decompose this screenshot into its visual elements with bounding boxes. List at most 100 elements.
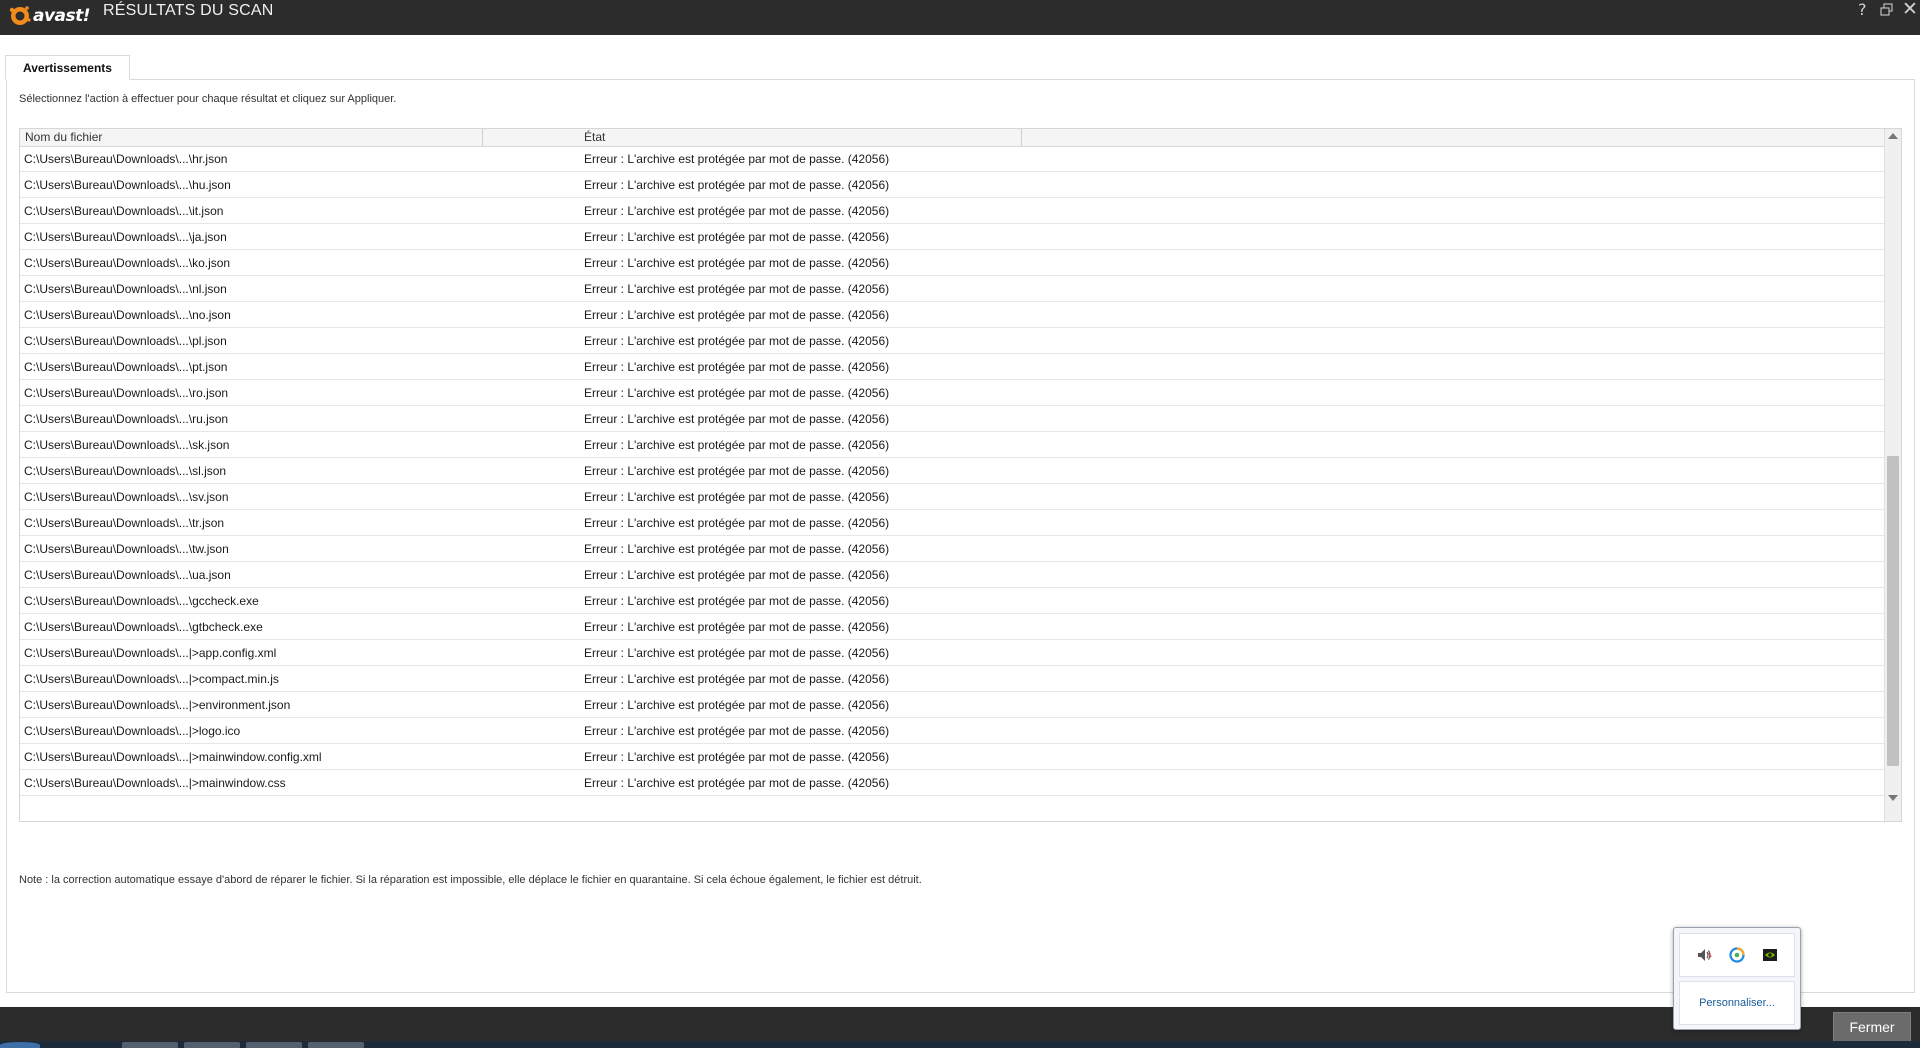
table-row[interactable]: C:\Users\Bureau\Downloads\...\ro.json Err… [20,380,1884,406]
avast-logo-icon [9,6,31,25]
file-name-cell: C:\Users\Bureau\Downloads\...\tr.json [24,516,225,530]
window-title: RÉSULTATS DU SCAN [103,2,274,19]
file-name-cell: C:\Users\Bureau\Downloads\...\pl.json [24,334,227,348]
table-row[interactable]: C:\Users\Bureau\Downloads\...\hr.json Err… [20,146,1884,172]
results-table: Nom du fichier État C:\Users\Bureau\Down… [19,128,1902,822]
state-cell: Erreur : L'archive est protégée par mot … [584,620,890,634]
state-cell: Erreur : L'archive est protégée par mot … [584,334,890,348]
file-name-cell: C:\Users\Bureau\Downloads\...\ru.json [24,412,229,426]
speaker-icon[interactable] [1695,946,1713,964]
file-name-cell: C:\Users\Bureau\Downloads\...|>logo.ico [24,724,241,738]
state-cell: Erreur : L'archive est protégée par mot … [584,308,890,322]
state-cell: Erreur : L'archive est protégée par mot … [584,412,890,426]
start-button[interactable] [0,1042,40,1048]
avast-logo: avast! [9,1,91,31]
state-cell: Erreur : L'archive est protégée par mot … [584,282,890,296]
table-row[interactable]: C:\Users\Bureau\Downloads\...|>mainwindo… [20,770,1884,796]
table-row[interactable]: C:\Users\Bureau\Downloads\...\pl.json Err… [20,328,1884,354]
vertical-scrollbar[interactable] [1884,129,1901,821]
taskbar-item[interactable] [308,1042,364,1048]
file-name-cell: C:\Users\Bureau\Downloads\...\pt.json [24,360,228,374]
table-row[interactable]: C:\Users\Bureau\Downloads\...\ua.json Err… [20,562,1884,588]
state-cell: Erreur : L'archive est protégée par mot … [584,594,890,608]
state-cell: Erreur : L'archive est protégée par mot … [584,672,890,686]
restore-icon[interactable] [1880,2,1894,21]
table-row[interactable]: C:\Users\Bureau\Downloads\...\sv.json Err… [20,484,1884,510]
file-name-cell: C:\Users\Bureau\Downloads\...\gtbcheck.e… [24,620,263,634]
table-body: C:\Users\Bureau\Downloads\...\hr.json Err… [20,146,1884,796]
state-cell: Erreur : L'archive est protégée par mot … [584,724,890,738]
file-name-cell: C:\Users\Bureau\Downloads\...\sl.json [24,464,227,478]
table-row[interactable]: C:\Users\Bureau\Downloads\...|>logo.ico E… [20,718,1884,744]
state-cell: Erreur : L'archive est protégée par mot … [584,542,890,556]
state-cell: Erreur : L'archive est protégée par mot … [584,698,890,712]
state-cell: Erreur : L'archive est protégée par mot … [584,776,890,790]
table-header: Nom du fichier État [20,129,1884,147]
file-name-cell: C:\Users\Bureau\Downloads\...|>mainwindo… [24,750,322,764]
table-row[interactable]: C:\Users\Bureau\Downloads\...\sl.json Err… [20,458,1884,484]
table-row[interactable]: C:\Users\Bureau\Downloads\...\ru.json Err… [20,406,1884,432]
table-row[interactable]: C:\Users\Bureau\Downloads\...\ja.json Err… [20,224,1884,250]
file-name-cell: C:\Users\Bureau\Downloads\...\no.json [24,308,231,322]
table-row[interactable]: C:\Users\Bureau\Downloads\...\gtbcheck.e… [20,614,1884,640]
taskbar-item[interactable] [184,1042,240,1048]
instruction-text: Sélectionnez l'action à effectuer pour c… [19,93,397,105]
table-row[interactable]: C:\Users\Bureau\Downloads\...\sk.json Err… [20,432,1884,458]
file-name-cell: C:\Users\Bureau\Downloads\...\nl.json [24,282,227,296]
close-button[interactable]: Fermer [1833,1012,1911,1042]
column-header-state[interactable]: État [584,129,1022,146]
file-name-cell: C:\Users\Bureau\Downloads\...|>mainwindo… [24,776,286,790]
note-text: Note : la correction automatique essaye … [19,874,922,886]
state-cell: Erreur : L'archive est protégée par mot … [584,178,890,192]
state-cell: Erreur : L'archive est protégée par mot … [584,438,890,452]
file-name-cell: C:\Users\Bureau\Downloads\...\ja.json [24,230,227,244]
table-row[interactable]: C:\Users\Bureau\Downloads\...\tr.json Err… [20,510,1884,536]
scrollbar-thumb[interactable] [1887,456,1899,766]
table-row[interactable]: C:\Users\Bureau\Downloads\...|>mainwindo… [20,744,1884,770]
table-row[interactable]: C:\Users\Bureau\Downloads\...\nl.json Err… [20,276,1884,302]
state-cell: Erreur : L'archive est protégée par mot … [584,516,890,530]
help-icon[interactable]: ? [1858,0,1867,19]
table-row[interactable]: C:\Users\Bureau\Downloads\...|>environme… [20,692,1884,718]
state-cell: Erreur : L'archive est protégée par mot … [584,750,890,764]
taskbar-item[interactable] [246,1042,302,1048]
state-cell: Erreur : L'archive est protégée par mot … [584,464,890,478]
table-row[interactable]: C:\Users\Bureau\Downloads\...|>compact.m… [20,666,1884,692]
file-name-cell: C:\Users\Bureau\Downloads\...\gccheck.ex… [24,594,259,608]
file-name-cell: C:\Users\Bureau\Downloads\...|>compact.m… [24,672,279,686]
state-cell: Erreur : L'archive est protégée par mot … [584,360,890,374]
table-row[interactable]: C:\Users\Bureau\Downloads\...\no.json Err… [20,302,1884,328]
file-name-cell: C:\Users\Bureau\Downloads\...|>app.confi… [24,646,277,660]
state-cell: Erreur : L'archive est protégée par mot … [584,230,890,244]
file-name-cell: C:\Users\Bureau\Downloads\...|>environme… [24,698,291,712]
file-name-cell: C:\Users\Bureau\Downloads\...\sk.json [24,438,230,452]
notification-tray-popup: Personnaliser... [1673,927,1801,1030]
table-row[interactable]: C:\Users\Bureau\Downloads\...\pt.json Err… [20,354,1884,380]
sync-icon[interactable] [1728,946,1746,964]
table-row[interactable]: C:\Users\Bureau\Downloads\...\hu.json Err… [20,172,1884,198]
column-header-filename[interactable]: Nom du fichier [20,129,483,146]
table-row[interactable]: C:\Users\Bureau\Downloads\...|>app.confi… [20,640,1884,666]
tray-icons-area [1679,933,1795,977]
state-cell: Erreur : L'archive est protégée par mot … [584,568,890,582]
customize-link[interactable]: Personnaliser... [1679,981,1795,1025]
state-cell: Erreur : L'archive est protégée par mot … [584,152,890,166]
file-name-cell: C:\Users\Bureau\Downloads\...\sv.json [24,490,229,504]
table-row[interactable]: C:\Users\Bureau\Downloads\...\ko.json Err… [20,250,1884,276]
state-cell: Erreur : L'archive est protégée par mot … [584,386,890,400]
file-name-cell: C:\Users\Bureau\Downloads\...\hu.json [24,178,231,192]
tab-avertissements[interactable]: Avertissements [5,55,130,80]
close-icon[interactable]: ✕ [1902,0,1918,20]
file-name-cell: C:\Users\Bureau\Downloads\...\ua.json [24,568,231,582]
file-name-cell: C:\Users\Bureau\Downloads\...\tw.json [24,542,229,556]
file-name-cell: C:\Users\Bureau\Downloads\...\ro.json [24,386,229,400]
nvidia-icon[interactable] [1761,946,1779,964]
taskbar-item[interactable] [122,1042,178,1048]
scroll-up-icon[interactable] [1888,133,1898,139]
table-row[interactable]: C:\Users\Bureau\Downloads\...\gccheck.ex… [20,588,1884,614]
state-cell: Erreur : L'archive est protégée par mot … [584,646,890,660]
file-name-cell: C:\Users\Bureau\Downloads\...\hr.json [24,152,228,166]
table-row[interactable]: C:\Users\Bureau\Downloads\...\it.json Err… [20,198,1884,224]
table-row[interactable]: C:\Users\Bureau\Downloads\...\tw.json Err… [20,536,1884,562]
scroll-down-icon[interactable] [1888,795,1898,801]
